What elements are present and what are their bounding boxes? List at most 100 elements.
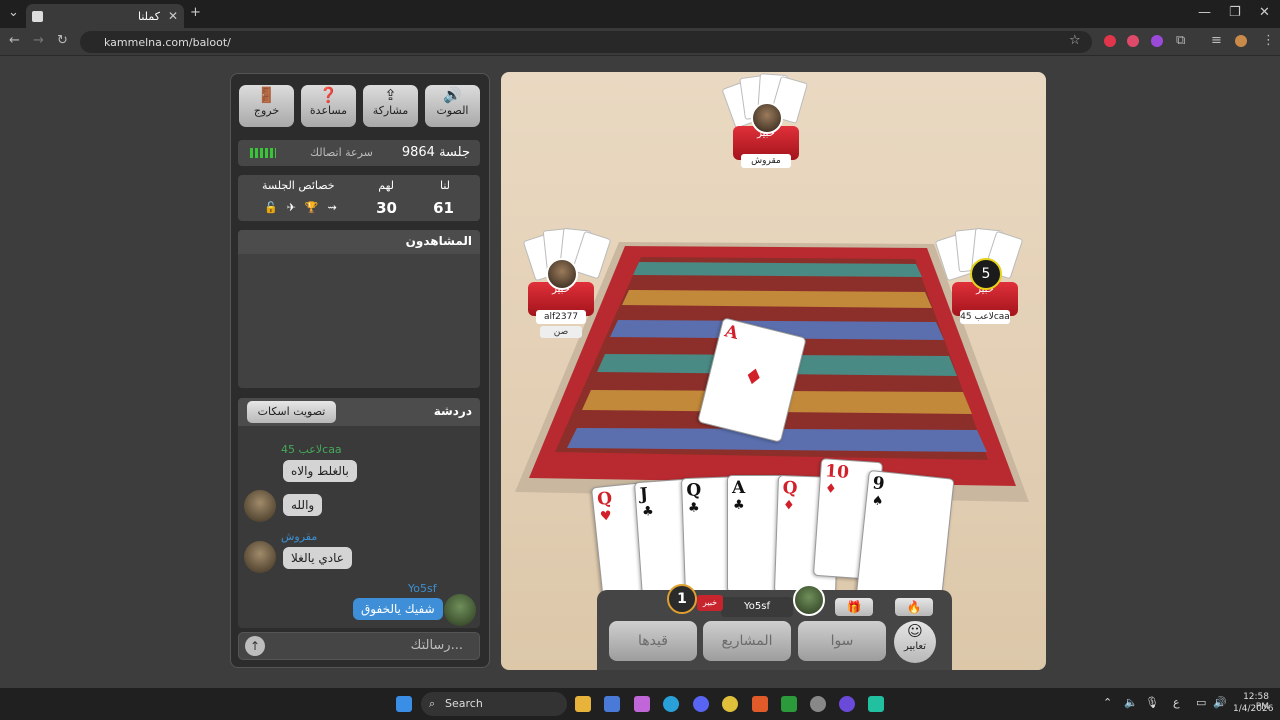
store-icon[interactable] [604,696,620,712]
chat-avatar [244,490,276,522]
chat-sender-name: Yo5sf [408,582,437,595]
hand-card-suit: ♦ [782,498,795,514]
help-button[interactable]: ❓ مساعدة [301,85,356,127]
send-arrow-icon[interactable]: ↑ [245,636,265,656]
reload-icon[interactable]: ↻ [57,33,68,48]
spectators-title: المشاهدون [238,230,480,254]
sound-button-label: الصوت [436,104,469,117]
my-title: خبير [697,595,723,611]
forward-icon[interactable]: → [33,33,44,48]
projects-button[interactable]: المشاريع [703,621,791,661]
brave-icon[interactable] [752,696,768,712]
right-player-name: لاعب 45caa [960,310,1010,324]
chrome-icon[interactable] [722,696,738,712]
my-badge: 1 [667,584,697,614]
hand-card-rank: Q [596,488,614,510]
hand-card-suit: ♣ [641,504,655,520]
game-table: خبير مقروش خبير alf2377 صن 5 خبير لاعب 4… [501,72,1046,670]
session-label: جلسة 9864 [401,145,470,160]
record-button[interactable]: قيدها [609,621,697,661]
tab-title: كملنا [138,9,160,23]
address-bar[interactable]: kammelna.com/baloot/ [80,31,1092,53]
extension-icon[interactable] [1151,35,1163,47]
top-player-name: مقروش [741,154,791,168]
left-player-avatar [546,258,578,290]
chat-title: دردشة [433,404,472,418]
browser-toolbar: ← → ↻ kammelna.com/baloot/ ☆ ⧉ ≡ ⋮ [0,28,1280,56]
us-score: 61 [433,199,454,217]
exit-button[interactable]: 🚪 خروج [239,85,294,127]
gift-button[interactable]: 🎁 [835,598,873,616]
input-language[interactable]: ع [1173,696,1180,709]
tray-chevron-icon[interactable]: ⌃ [1103,696,1112,709]
browser-tab[interactable]: كملنا ✕ [26,4,184,28]
reading-list-icon[interactable]: ≡ [1211,33,1222,48]
mute-vote-button[interactable]: تصويت اسكات [247,401,336,423]
session-props-icons: 🔓✈🏆⇝ [264,201,346,214]
chat-message: بالغلط والاه [283,460,357,482]
close-window-icon[interactable]: ✕ [1259,5,1270,20]
extension-icon[interactable] [1104,35,1116,47]
xbox-icon[interactable] [781,696,797,712]
restore-icon[interactable]: ❐ [1229,5,1241,20]
session-props-label: خصائص الجلسة [262,179,335,192]
volume-tray-icon[interactable]: 🔈 [1124,696,1138,709]
share-button[interactable]: ⇪ مشاركة [363,85,418,127]
menu-icon[interactable]: ⋮ [1262,33,1275,48]
sawa-button[interactable]: سوا [798,621,886,661]
hand-card-rank: J [639,484,649,505]
mic-tray-icon[interactable]: 🎙 [1145,696,1159,709]
file-explorer-icon[interactable] [575,696,591,712]
expressions-button[interactable]: ☺ تعابير [894,621,936,663]
hand-card[interactable]: 9 ♠ [855,469,955,609]
minimize-icon[interactable]: — [1198,5,1211,20]
discord-icon[interactable] [693,696,709,712]
network-icon[interactable]: ▭ [1196,696,1206,709]
close-tab-icon[interactable]: ✕ [168,9,178,23]
windows-taskbar: ⌕ Search ⌃ 🔈 🎙 ع ▭ 🔊 12:58 PM 1/4/2026 [0,688,1280,720]
steam-icon[interactable] [810,696,826,712]
hand-card-suit: ♠ [871,493,885,510]
windows-start-icon[interactable] [396,696,412,712]
app-icon[interactable] [839,696,855,712]
message-input[interactable]: ↑ رسالتك... [238,632,480,660]
extension-icon[interactable] [1127,35,1139,47]
taskbar-search[interactable]: ⌕ Search [421,692,567,716]
smiley-icon: ☺ [907,622,923,640]
extensions-puzzle-icon[interactable]: ⧉ [1176,33,1185,48]
tab-list-icon[interactable]: ⌄ [8,5,19,20]
scoreboard: لنا لهم خصائص الجلسة 61 30 🔓✈🏆⇝ [238,175,480,221]
app-icon[interactable] [868,696,884,712]
copilot-icon[interactable] [634,696,650,712]
left-player-name: alf2377 [536,310,586,324]
them-score: 30 [376,199,397,217]
hand-card-rank: 10 [824,461,850,483]
chat-sender-name: لاعب 45caa [281,443,342,456]
chat-message-own: شفيك يالخفوق [353,598,443,620]
top-player: خبير مقروش [733,102,799,168]
edge-icon[interactable] [663,696,679,712]
exit-icon: 🚪 [257,86,276,104]
exit-button-label: خروج [253,104,280,117]
top-player-avatar [751,102,783,134]
back-icon[interactable]: ← [9,33,20,48]
message-placeholder: رسالتك... [410,638,463,653]
expressions-label: تعابير [904,641,926,652]
fire-button[interactable]: 🔥 [895,598,933,616]
profile-avatar-icon[interactable] [1235,35,1247,47]
sound-button[interactable]: 🔊 الصوت [425,85,480,127]
hand-card-rank: Q [686,480,702,501]
chat-header: دردشة تصويت اسكات [238,398,480,426]
new-tab-icon[interactable]: + [190,5,201,20]
help-icon: ❓ [319,86,338,104]
speaker-tray-icon[interactable]: 🔊 [1213,696,1227,709]
search-icon: ⌕ [429,697,436,710]
hand-card-suit: ♥ [599,508,613,525]
hand-card-suit: ♦ [824,481,838,498]
chat-avatar-own [444,594,476,626]
share-icon: ⇪ [384,86,397,104]
help-button-label: مساعدة [309,104,348,117]
chat-sender-name: مقروش [281,530,318,543]
hand-card-suit: ♣ [733,498,745,513]
bookmark-star-icon[interactable]: ☆ [1069,33,1081,48]
